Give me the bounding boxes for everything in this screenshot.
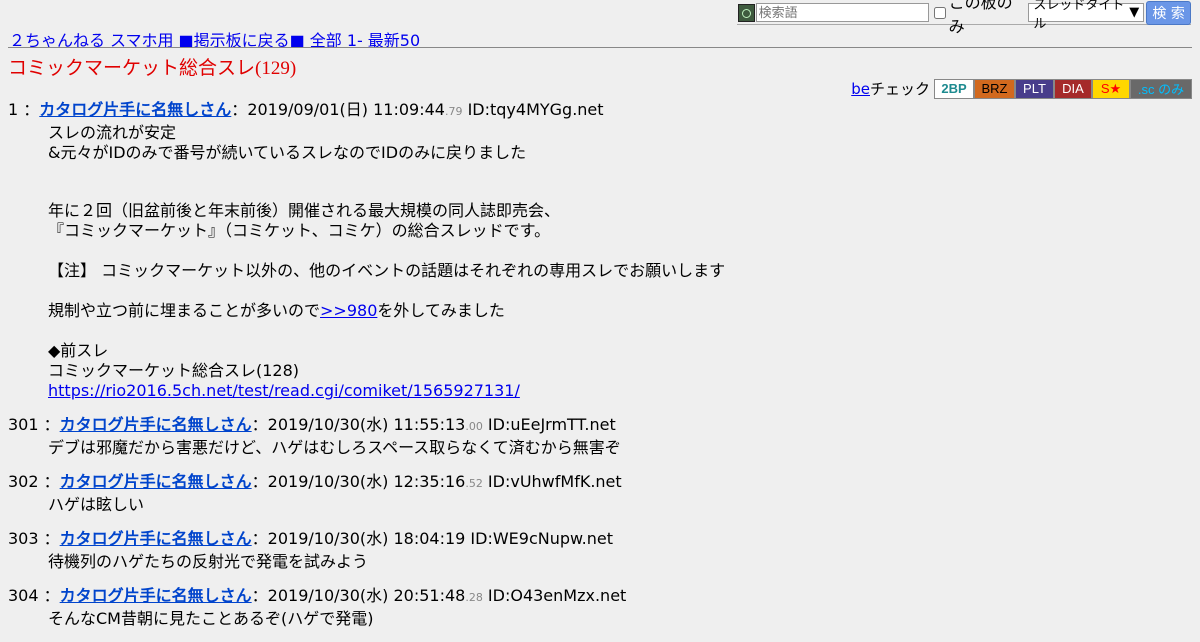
- post-body: スレの流れが安定 &元々がIDのみで番号が続いているスレなのでIDのみに戻りまし…: [48, 123, 1188, 401]
- poster-name[interactable]: カタログ片手に名無しさん: [39, 100, 231, 119]
- post-date: 2019/09/01(日) 11:09:44: [247, 100, 445, 119]
- post-line: 【注】 コミックマーケット以外の、他のイベントの話題はそれぞれの専用スレでお願い…: [48, 261, 726, 280]
- post-text: を外してみました: [377, 301, 505, 320]
- post-list: 1 ：カタログ片手に名無しさん：2019/09/01(日) 11:09:44.7…: [8, 99, 1188, 642]
- post-header: 304 ：カタログ片手に名無しさん：2019/10/30(水) 20:51:48…: [8, 586, 627, 605]
- post: 1 ：カタログ片手に名無しさん：2019/09/01(日) 11:09:44.7…: [8, 99, 1188, 401]
- divider: [8, 47, 1192, 48]
- post-number[interactable]: 1: [8, 100, 18, 119]
- search-bar: この板のみ スレッドタイトル ▼ 検 索: [737, 0, 1191, 36]
- previous-thread-link[interactable]: https://rio2016.5ch.net/test/read.cgi/co…: [48, 381, 520, 400]
- filter-brz-button[interactable]: BRZ: [974, 78, 1015, 99]
- thread-title: コミックマーケット総合スレ(129): [8, 58, 297, 79]
- post-date: 2019/10/30(水) 12:35:16: [267, 472, 466, 491]
- post-header: 303 ：カタログ片手に名無しさん：2019/10/30(水) 18:04:19…: [8, 529, 613, 548]
- post-ms: .52: [465, 477, 483, 490]
- post-ms: .79: [444, 105, 463, 118]
- be-link[interactable]: be: [851, 80, 870, 98]
- post: 302 ：カタログ片手に名無しさん：2019/10/30(水) 12:35:16…: [8, 471, 1188, 515]
- poster-name[interactable]: カタログ片手に名無しさん: [60, 586, 252, 605]
- board-only-label: この板のみ: [948, 0, 1013, 36]
- post-number[interactable]: 304: [8, 586, 39, 605]
- filter-star-button[interactable]: S★: [1092, 78, 1130, 99]
- post-body: そんなCM昔朝に見たことあるぞ(ハゲで発電): [48, 609, 1188, 629]
- filter-plt-button[interactable]: PLT: [1015, 78, 1054, 99]
- search-type-select[interactable]: スレッドタイトル ▼: [1028, 0, 1145, 32]
- search-button[interactable]: 検 索: [1146, 0, 1191, 25]
- post-text: 規制や立つ前に埋まることが多いので: [48, 301, 321, 320]
- post-line: &元々がIDのみで番号が続いているスレなのでIDのみに戻りました: [48, 143, 527, 162]
- post-ms: .28: [465, 591, 483, 604]
- filter-dia-button[interactable]: DIA: [1054, 78, 1092, 99]
- post-line: デブは邪魔だから害悪だけど、ハゲはむしろスペース取らなくて済むから無害ぞ: [48, 438, 621, 457]
- post-date: 2019/10/30(水) 18:04:19: [267, 529, 466, 548]
- poster-name[interactable]: カタログ片手に名無しさん: [60, 472, 252, 491]
- filter-sc-only-button[interactable]: .sc のみ: [1130, 78, 1192, 99]
- post: 301 ：カタログ片手に名無しさん：2019/10/30(水) 11:55:13…: [8, 414, 1188, 458]
- search-input[interactable]: [755, 3, 929, 22]
- post-date: 2019/10/30(水) 11:55:13: [267, 415, 466, 434]
- dropdown-arrow-icon: ▼: [1129, 5, 1140, 20]
- post-line: 年に２回（旧盆前後と年末前後）開催される最大規模の同人誌即売会、: [48, 201, 561, 220]
- be-check-label: チェック: [869, 80, 930, 98]
- post-number[interactable]: 302: [8, 472, 39, 491]
- post-id[interactable]: ID:vUhwfMfK.net: [488, 472, 622, 491]
- search-type-value: スレッドタイトル: [1033, 0, 1125, 32]
- post-line: ◆前スレ: [48, 341, 109, 360]
- post-date: 2019/10/30(水) 20:51:48: [267, 586, 466, 605]
- post-line: コミックマーケット総合スレ(128): [48, 361, 300, 380]
- board-only-checkbox[interactable]: [933, 6, 946, 19]
- post: 303 ：カタログ片手に名無しさん：2019/10/30(水) 18:04:19…: [8, 528, 1188, 572]
- filter-2bp-button[interactable]: 2BP: [934, 78, 974, 99]
- post-id[interactable]: ID:WE9cNupw.net: [470, 529, 613, 548]
- post-id[interactable]: ID:tqy4MYGg.net: [468, 100, 604, 119]
- post-line: 規制や立つ前に埋まることが多いので>>980を外してみました: [48, 301, 1188, 321]
- post-line: ハゲは眩しい: [48, 495, 145, 514]
- post-header: 1 ：カタログ片手に名無しさん：2019/09/01(日) 11:09:44.7…: [8, 100, 604, 119]
- post: 304 ：カタログ片手に名無しさん：2019/10/30(水) 20:51:48…: [8, 585, 1188, 629]
- post-header: 301 ：カタログ片手に名無しさん：2019/10/30(水) 11:55:13…: [8, 415, 616, 434]
- post-id[interactable]: ID:O43enMzx.net: [488, 586, 626, 605]
- post-number[interactable]: 301: [8, 415, 39, 434]
- poster-name[interactable]: カタログ片手に名無しさん: [60, 529, 252, 548]
- post-line: https://rio2016.5ch.net/test/read.cgi/co…: [48, 381, 1188, 401]
- post-id[interactable]: ID:uEeJrmTT.net: [488, 415, 616, 434]
- post-number[interactable]: 303: [8, 529, 39, 548]
- logo-icon[interactable]: [738, 3, 755, 22]
- post-header: 302 ：カタログ片手に名無しさん：2019/10/30(水) 12:35:16…: [8, 472, 622, 491]
- be-check-bar: be チェック 2BP BRZ PLT DIA S★ .sc のみ: [851, 78, 1192, 99]
- post-line: 『コミックマーケット』（コミケット、コミケ）の総合スレッドです。: [48, 221, 551, 240]
- post-ms: .00: [465, 420, 483, 433]
- post-line: 待機列のハゲたちの反射光で発電を試みよう: [48, 552, 369, 571]
- post-line: そんなCM昔朝に見たことあるぞ(ハゲで発電): [48, 609, 374, 628]
- reply-anchor-link[interactable]: >>980: [320, 301, 377, 320]
- post-body: 待機列のハゲたちの反射光で発電を試みよう: [48, 552, 1188, 572]
- post-body: デブは邪魔だから害悪だけど、ハゲはむしろスペース取らなくて済むから無害ぞ: [48, 438, 1188, 458]
- post-line: スレの流れが安定: [48, 123, 177, 142]
- post-body: ハゲは眩しい: [48, 495, 1188, 515]
- poster-name[interactable]: カタログ片手に名無しさん: [60, 415, 252, 434]
